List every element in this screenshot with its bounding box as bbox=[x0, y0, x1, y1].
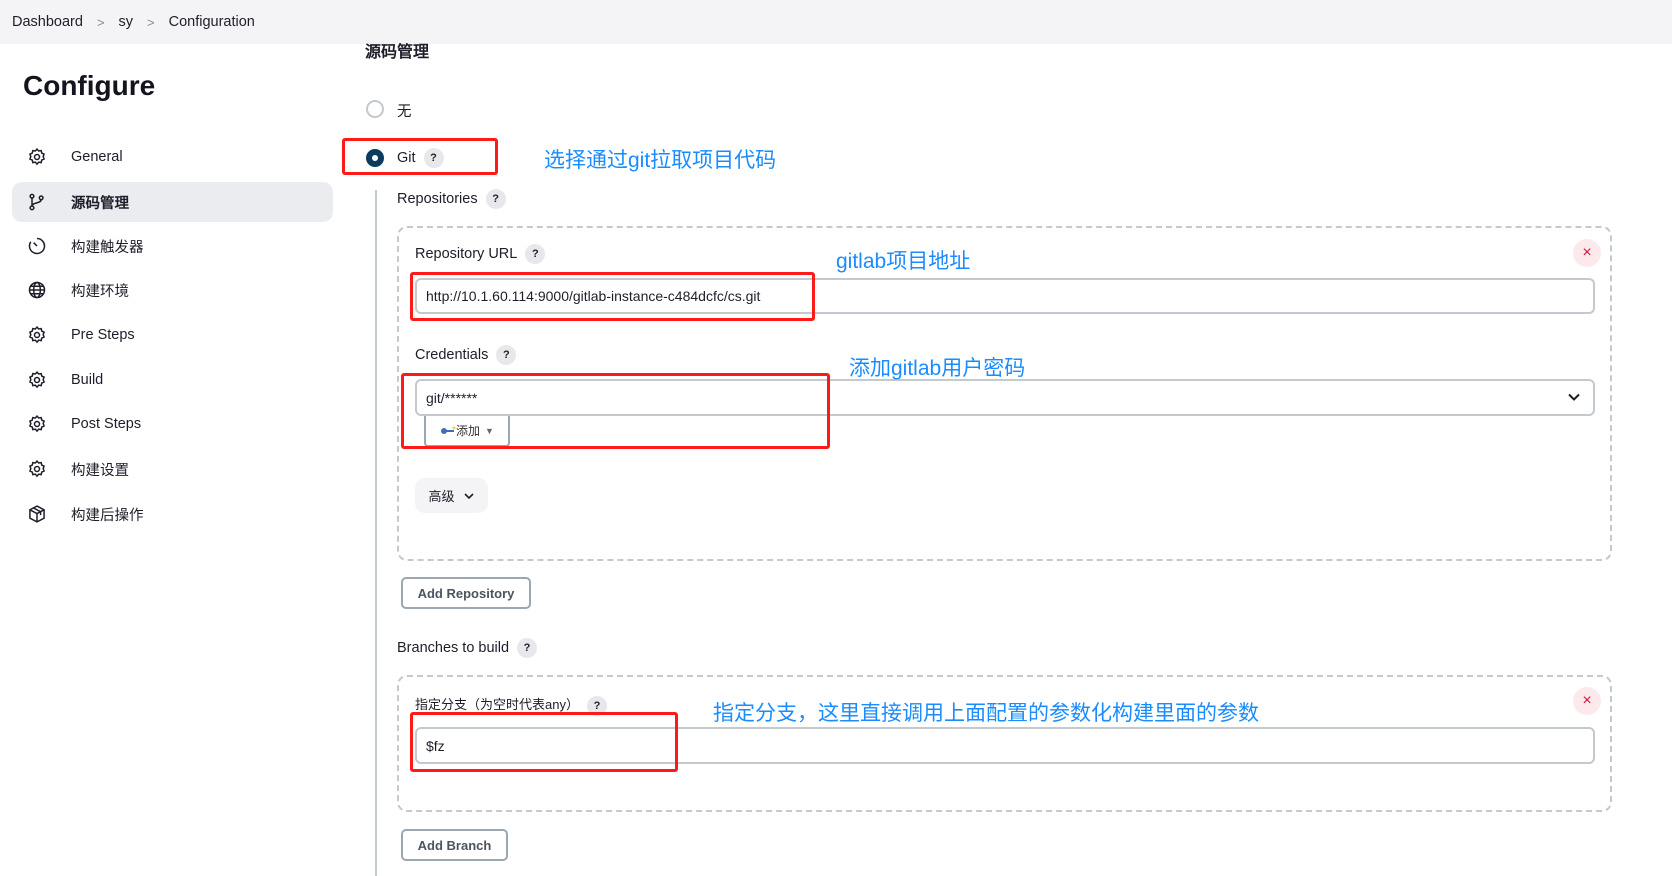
breadcrumb-job[interactable]: sy bbox=[119, 14, 134, 30]
breadcrumb-configuration[interactable]: Configuration bbox=[169, 14, 255, 30]
chevron-down-icon bbox=[1568, 393, 1580, 401]
annotation-git: 选择通过git拉取项目代码 bbox=[544, 149, 777, 172]
sidebar-item-label: 源码管理 bbox=[71, 195, 129, 212]
help-icon[interactable]: ? bbox=[517, 638, 538, 658]
sidebar-item-general[interactable]: General bbox=[12, 137, 333, 177]
gear-icon bbox=[26, 324, 48, 346]
sidebar-item-label: 构建后操作 bbox=[71, 507, 144, 524]
page-title: Configure bbox=[23, 70, 156, 101]
sidebar-item-label: 构建环境 bbox=[71, 283, 129, 300]
gear-icon bbox=[26, 146, 48, 168]
sidebar-item-post-build-actions[interactable]: 构建后操作 bbox=[12, 494, 333, 534]
help-icon[interactable]: ? bbox=[485, 189, 506, 209]
sidebar-item-label: 构建触发器 bbox=[71, 239, 144, 256]
highlight-git bbox=[342, 138, 498, 175]
sidebar-item-label: Build bbox=[71, 372, 104, 388]
advanced-label: 高级 bbox=[428, 489, 455, 504]
sidebar-item-post-steps[interactable]: Post Steps bbox=[12, 404, 333, 444]
annotation-repo-url: gitlab项目地址 bbox=[836, 250, 971, 273]
highlight-branch bbox=[410, 712, 678, 772]
repositories-label: Repositories? bbox=[397, 189, 506, 209]
breadcrumb-separator: > bbox=[147, 14, 155, 30]
breadcrumb: Dashboard > sy > Configuration bbox=[0, 0, 1672, 44]
timer-icon bbox=[26, 235, 48, 257]
sidebar-item-build-triggers[interactable]: 构建触发器 bbox=[12, 226, 333, 266]
radio-none-label: 无 bbox=[397, 104, 412, 120]
repository-url-label: Repository URL? bbox=[415, 244, 546, 264]
section-indent-line bbox=[375, 190, 377, 876]
help-icon[interactable]: ? bbox=[496, 345, 517, 365]
credentials-label: Credentials? bbox=[415, 345, 517, 365]
sidebar-item-build-settings[interactable]: 构建设置 bbox=[12, 449, 333, 489]
annotation-credentials: 添加gitlab用户密码 bbox=[849, 357, 1026, 380]
sidebar-item-label: Pre Steps bbox=[71, 327, 135, 343]
breadcrumb-separator: > bbox=[96, 14, 105, 30]
annotation-branch: 指定分支，这里直接调用上面配置的参数化构建里面的参数 bbox=[713, 702, 1259, 725]
gear-icon bbox=[26, 369, 48, 391]
section-title: 源码管理 bbox=[365, 44, 430, 61]
repository-url-text: Repository URL bbox=[415, 245, 518, 262]
remove-branch-button[interactable]: × bbox=[1573, 687, 1601, 715]
credentials-text: Credentials bbox=[415, 346, 489, 363]
sidebar-item-build-environment[interactable]: 构建环境 bbox=[12, 270, 333, 310]
sidebar-item-label: Post Steps bbox=[71, 416, 142, 432]
gear-icon bbox=[26, 458, 48, 480]
chevron-down-icon bbox=[463, 492, 474, 499]
git-branch-icon bbox=[26, 191, 48, 213]
add-branch-button[interactable]: Add Branch bbox=[401, 829, 508, 861]
sidebar-item-source-code[interactable]: 源码管理 bbox=[12, 182, 333, 222]
gear-icon bbox=[26, 413, 48, 435]
help-icon[interactable]: ? bbox=[525, 244, 546, 264]
highlight-credentials bbox=[401, 373, 830, 449]
sidebar-item-build[interactable]: Build bbox=[12, 360, 333, 400]
sidebar-item-label: 构建设置 bbox=[71, 462, 129, 479]
sidebar-item-label: General bbox=[71, 149, 123, 165]
repositories-text: Repositories bbox=[397, 190, 478, 207]
remove-repository-button[interactable]: × bbox=[1573, 239, 1601, 267]
branches-text: Branches to build bbox=[397, 639, 510, 656]
breadcrumb-dashboard[interactable]: Dashboard bbox=[12, 14, 83, 30]
add-repository-button[interactable]: Add Repository bbox=[401, 577, 531, 609]
advanced-button[interactable]: 高级 bbox=[415, 478, 488, 513]
sidebar-item-pre-steps[interactable]: Pre Steps bbox=[12, 315, 333, 355]
package-icon bbox=[26, 503, 48, 525]
branch-specifier-text: 指定分支（为空时代表any） bbox=[415, 697, 579, 712]
branches-label: Branches to build? bbox=[397, 638, 538, 658]
globe-icon bbox=[26, 279, 48, 301]
radio-none[interactable] bbox=[366, 100, 384, 118]
highlight-repo-url bbox=[410, 272, 815, 321]
